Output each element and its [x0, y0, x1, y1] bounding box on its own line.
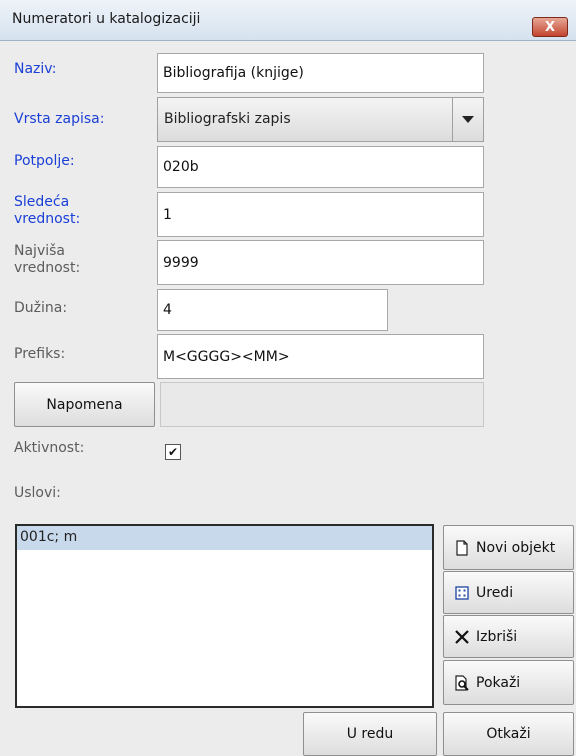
aktivnost-checkbox[interactable]: ✔ — [165, 444, 181, 460]
delete-x-icon — [455, 629, 469, 644]
sledeca-vrednost-label-line2: vrednost: — [14, 211, 81, 227]
prefiks-label: Prefiks: — [14, 346, 66, 362]
naziv-label: Naziv: — [14, 61, 57, 77]
dropdown-arrow-icon — [462, 116, 474, 123]
dropdown-button[interactable] — [452, 98, 483, 141]
napomena-field — [160, 382, 484, 427]
najvisa-vrednost-value: 9999 — [163, 254, 199, 271]
uslovi-list[interactable]: 001c; m — [15, 524, 434, 708]
uredi-label: Uredi — [476, 584, 514, 601]
window-title: Numeratori u katalogizaciji — [12, 11, 201, 27]
napomena-button-label: Napomena — [46, 396, 123, 413]
duzina-value: 4 — [163, 302, 172, 318]
izbrisi-button[interactable]: Izbriši — [443, 615, 574, 658]
check-mark-icon: ✔ — [167, 445, 179, 459]
novi-objekt-button[interactable]: Novi objekt — [443, 525, 574, 570]
duzina-input[interactable]: 4 — [157, 289, 388, 331]
potpolje-label: Potpolje: — [14, 153, 75, 169]
napomena-button[interactable]: Napomena — [14, 382, 155, 427]
ok-button-label: U redu — [346, 726, 394, 742]
ok-button[interactable]: U redu — [303, 712, 437, 756]
title-bar: Numeratori u katalogizaciji X — [0, 0, 576, 41]
novi-objekt-label: Novi objekt — [476, 539, 556, 556]
cancel-button-label: Otkaži — [486, 726, 531, 742]
sledeca-vrednost-input[interactable]: 1 — [157, 192, 484, 237]
dialog-window: Numeratori u katalogizaciji X Naziv: Bib… — [0, 0, 576, 756]
uredi-button[interactable]: Uredi — [443, 571, 574, 614]
uslovi-label: Uslovi: — [14, 485, 61, 501]
potpolje-value: 020b — [163, 159, 199, 175]
vrsta-zapisa-value: Bibliografski zapis — [164, 111, 291, 127]
sledeca-vrednost-label-line1: Sledeća — [14, 194, 70, 210]
cancel-button[interactable]: Otkaži — [443, 712, 574, 756]
list-item[interactable]: 001c; m — [17, 526, 432, 550]
naziv-input[interactable]: Bibliografija (knjige) — [157, 53, 484, 93]
najvisa-vrednost-label-line2: vrednost: — [14, 260, 81, 276]
vrsta-zapisa-select[interactable]: Bibliografski zapis — [157, 97, 484, 142]
najvisa-vrednost-input[interactable]: 9999 — [157, 240, 484, 285]
preview-icon — [455, 674, 469, 691]
new-document-icon — [456, 539, 468, 556]
naziv-value: Bibliografija (knjige) — [163, 65, 304, 81]
sledeca-vrednost-value: 1 — [163, 206, 172, 223]
najvisa-vrednost-label-line1: Najviša — [14, 243, 65, 259]
edit-icon — [455, 585, 469, 600]
pokazi-button[interactable]: Pokaži — [443, 660, 574, 705]
list-item-text: 001c; m — [20, 529, 78, 545]
prefiks-value: M<GGGG><MM> — [163, 348, 290, 365]
potpolje-input[interactable]: 020b — [157, 146, 484, 188]
pokazi-label: Pokaži — [476, 674, 521, 691]
izbrisi-label: Izbriši — [476, 628, 518, 645]
prefiks-input[interactable]: M<GGGG><MM> — [157, 334, 484, 379]
close-button[interactable]: X — [532, 17, 568, 37]
vrsta-zapisa-label: Vrsta zapisa: — [14, 111, 105, 127]
close-icon[interactable]: X — [545, 20, 555, 35]
aktivnost-label: Aktivnost: — [14, 440, 85, 456]
duzina-label: Dužina: — [14, 300, 68, 316]
